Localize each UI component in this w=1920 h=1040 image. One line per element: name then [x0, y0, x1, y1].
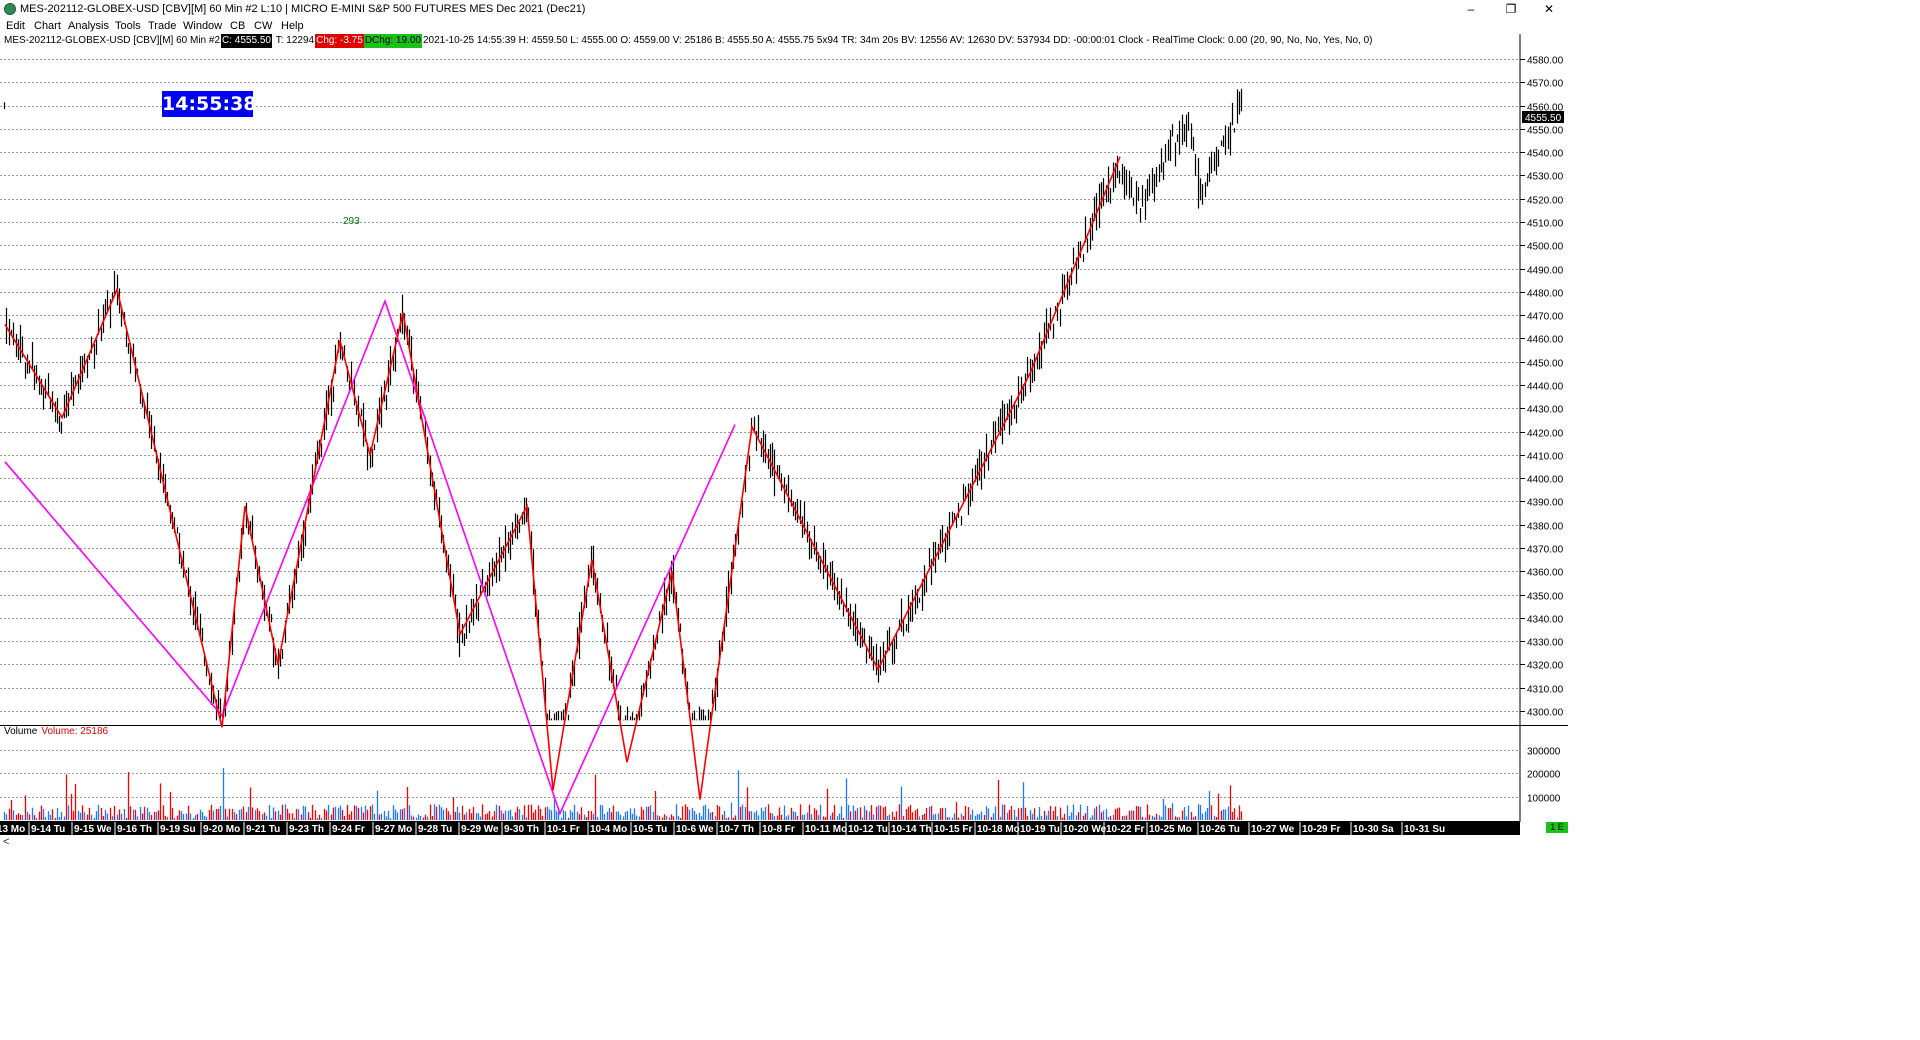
date-label: 10-4 Mo [590, 824, 627, 835]
corner-badge: 1 E [1546, 822, 1568, 833]
volume-tick-label: 300000 [1527, 747, 1561, 758]
price-tick-label: 4320.00 [1527, 661, 1564, 672]
volume-bars [3, 767, 1243, 820]
price-axis-labels: 4580.004570.004560.004550.004540.004530.… [1520, 56, 1564, 719]
price-tick-label: 4440.00 [1527, 382, 1564, 393]
price-chart[interactable]: 4580.004570.004560.004550.004540.004530.… [0, 0, 1568, 849]
price-tick-label: 4580.00 [1527, 56, 1564, 67]
price-tick-label: 4570.00 [1527, 79, 1564, 90]
date-label: 10-14 Th [891, 824, 932, 835]
volume-tick-label: 100000 [1527, 794, 1561, 805]
volume-value: Volume: 25186 [41, 726, 109, 737]
current-price-label: 4555.50 [1525, 113, 1562, 124]
date-label: 10-20 We [1063, 824, 1107, 835]
price-tick-label: 4370.00 [1527, 545, 1564, 556]
price-tick-label: 4450.00 [1527, 359, 1564, 370]
date-label: 10-25 Mo [1149, 824, 1192, 835]
bar-count-marker: 293 [343, 216, 360, 227]
price-tick-label: 4330.00 [1527, 638, 1564, 649]
date-label: 10-26 Tu [1200, 824, 1240, 835]
date-label: 9-21 Tu [246, 824, 280, 835]
volume-tick-label: 200000 [1527, 770, 1561, 781]
price-tick-label: 4300.00 [1527, 708, 1564, 719]
price-tick-label: 4430.00 [1527, 405, 1564, 416]
date-label: 9-14 Tu [31, 824, 65, 835]
date-label: 10-31 Su [1404, 824, 1445, 835]
price-tick-label: 4520.00 [1527, 196, 1564, 207]
date-label: 10-27 We [1251, 824, 1295, 835]
date-label: 10-11 Mo [805, 824, 847, 835]
volume-grid [0, 750, 1520, 798]
date-label: 10-5 Tu [633, 824, 667, 835]
date-label: 9-15 We [74, 824, 112, 835]
price-tick-label: 4410.00 [1527, 452, 1564, 463]
volume-title: Volume [4, 726, 38, 737]
date-label: 9-28 Tu [418, 824, 452, 835]
price-tick-label: 4310.00 [1527, 685, 1564, 696]
date-label: 10-6 We [676, 824, 714, 835]
price-tick-label: 4490.00 [1527, 266, 1564, 277]
date-label: 9-27 Mo [375, 824, 412, 835]
date-label: 10-15 Fr [934, 824, 972, 835]
zigzag-large-line [4, 298, 736, 816]
price-tick-label: 4460.00 [1527, 335, 1564, 346]
date-label: 9-20 Mo [203, 824, 240, 835]
price-tick-label: 4530.00 [1527, 172, 1564, 183]
date-label: 9-29 We [461, 824, 499, 835]
price-tick-label: 4350.00 [1527, 592, 1564, 603]
price-tick-label: 4340.00 [1527, 615, 1564, 626]
date-label: 10-19 Tu [1020, 824, 1060, 835]
price-tick-label: 4510.00 [1527, 219, 1564, 230]
price-tick-label: 4420.00 [1527, 429, 1564, 440]
date-label: 9-30 Th [504, 824, 539, 835]
price-tick-label: 4550.00 [1527, 126, 1564, 137]
price-tick-label: 4480.00 [1527, 289, 1564, 300]
current-price-tag: 4555.50 [1522, 111, 1564, 124]
date-axis-labels: 9-13 Mo 9-14 Tu 9-15 We 9-16 Th 9-19 Su 9-20 … [0, 822, 1445, 835]
date-label: 10-22 Fr [1106, 824, 1144, 835]
date-label: 9-24 Fr [332, 824, 365, 835]
date-label: 10-29 Fr [1302, 824, 1340, 835]
volume-axis-labels: 300000 200000 100000 [1527, 747, 1561, 805]
price-tick-label: 4470.00 [1527, 312, 1564, 323]
date-label: 9-16 Th [117, 824, 152, 835]
price-tick-label: 4360.00 [1527, 568, 1564, 579]
date-label: 9-13 Mo [0, 824, 25, 835]
price-tick-label: 4400.00 [1527, 475, 1564, 486]
price-tick-label: 4380.00 [1527, 522, 1564, 533]
date-label: 9-19 Su [160, 824, 196, 835]
date-label: 10-12 Tu [848, 824, 888, 835]
date-label: 10-18 Mo [977, 824, 1020, 835]
volume-pane-label: Volume Volume: 25186 [4, 726, 108, 737]
date-label: 10-8 Fr [762, 824, 795, 835]
price-tick-label: 4540.00 [1527, 149, 1564, 160]
clock-display: 14:55:38 [162, 91, 257, 117]
scroll-left-icon[interactable]: < [3, 836, 9, 848]
date-label: 10-1 Fr [547, 824, 580, 835]
price-grid [0, 59, 1520, 712]
date-label: 10-7 Th [719, 824, 754, 835]
price-bars [3, 88, 1243, 721]
price-tick-label: 4390.00 [1527, 498, 1564, 509]
price-tick-label: 4500.00 [1527, 242, 1564, 253]
date-label: 10-30 Sa [1353, 824, 1394, 835]
date-label: 9-23 Th [289, 824, 324, 835]
